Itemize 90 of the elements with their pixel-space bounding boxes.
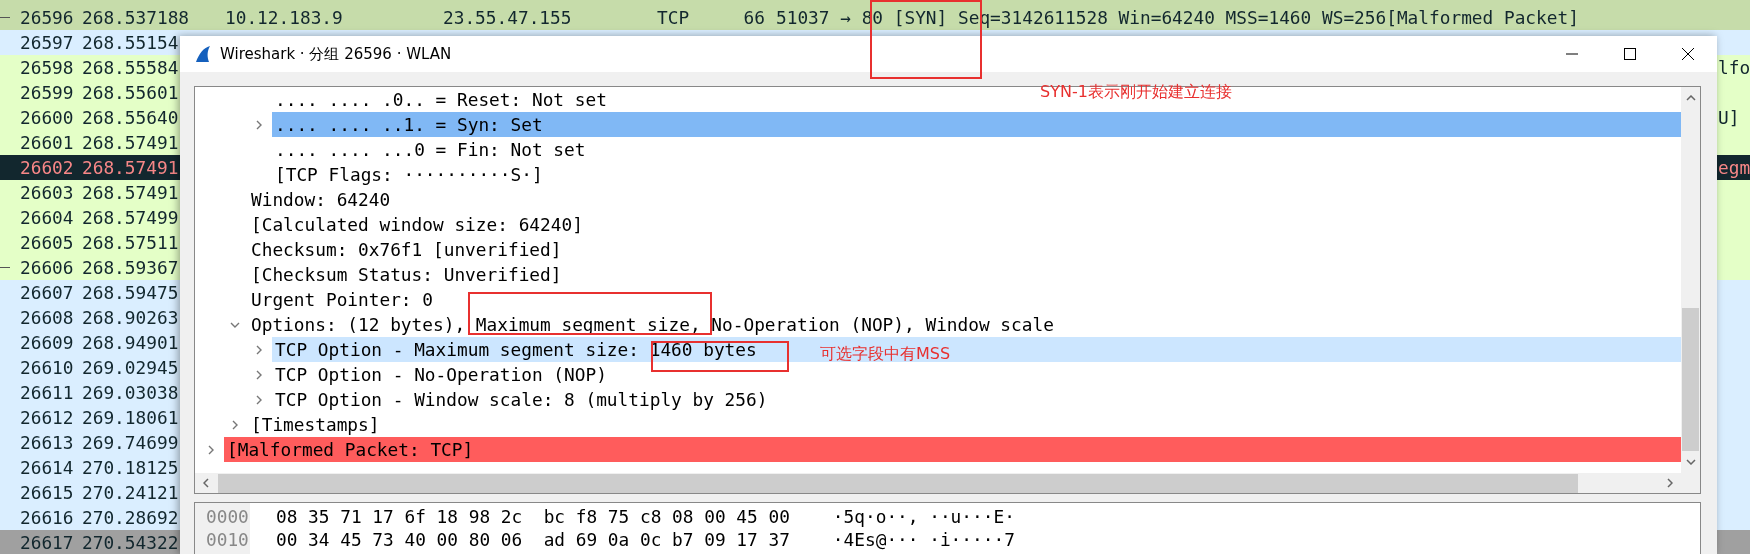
tree-item[interactable]: .... .... ...0 = Fin: Not set — [272, 137, 586, 162]
table-cell: 270.24121 — [82, 482, 180, 503]
chevron-right-icon[interactable] — [254, 344, 264, 355]
window-title: Wireshark · 分组 26596 · WLAN — [220, 44, 452, 64]
table-cell: 269.03038 — [82, 382, 180, 403]
table-cell: 268.57511 — [82, 232, 180, 253]
scroll-down-icon[interactable] — [1685, 459, 1696, 465]
table-cell: 269.02945 — [82, 357, 180, 378]
table-cell: 268.90263 — [82, 307, 180, 328]
ascii-text: ·4Es@··· ·i·····7 — [832, 529, 1015, 550]
table-cell-text: 26604 — [20, 207, 75, 228]
table-cell: 270.28692 — [82, 507, 180, 528]
annotation-note: 可选字段中有MSS — [820, 344, 951, 365]
table-cell: 268.59475 — [82, 282, 180, 303]
chevron-right-icon[interactable] — [206, 444, 216, 455]
table-cell: 268.57491 — [82, 182, 180, 203]
shark-fin-icon — [194, 45, 212, 63]
table-cell: 270.18125 — [82, 457, 180, 478]
tree-item[interactable]: [Timestamps] — [248, 412, 380, 437]
tree-item[interactable]: .... .... ..1. = Syn: Set — [272, 112, 543, 137]
maximize-icon[interactable] — [1623, 47, 1637, 61]
chevron-right-icon[interactable] — [254, 369, 264, 380]
table-cell-text: 26608 — [20, 307, 75, 328]
table-cell: 270.54322 — [82, 532, 180, 553]
table-cell-text: 66 — [742, 7, 765, 28]
table-cell-text: 26612 — [20, 407, 75, 428]
chevron-right-icon[interactable] — [230, 419, 240, 430]
tree-item[interactable]: Checksum: 0x76f1 [unverified] — [248, 237, 562, 262]
hex-bytes: 08 35 71 17 6f 18 98 2c bc f8 75 c8 08 00 45 00 — [276, 506, 790, 527]
table-cell: 268.57491 — [82, 132, 180, 153]
ascii-text: ·5q·o··, ··u···E· — [832, 506, 1015, 527]
table-cell-text: 26616 — [20, 507, 75, 528]
table-cell: 268.55584 — [82, 57, 180, 78]
scroll-up-icon[interactable] — [1685, 95, 1696, 101]
tree-item[interactable]: [Calculated window size: 64240] — [248, 212, 583, 237]
tree-item[interactable]: [TCP Flags: ··········S·] — [272, 162, 543, 187]
scroll-right-icon[interactable] — [1667, 478, 1673, 488]
table-cell-text: 268.537188 — [82, 7, 191, 28]
tree-item[interactable]: Window: 64240 — [248, 187, 391, 212]
table-cell-text: 10.12.183.9 — [225, 7, 344, 28]
chevron-right-icon[interactable] — [254, 119, 264, 130]
tree-item[interactable]: Options: (12 bytes), Maximum segment size, No-Operation (NOP), Window scale — [248, 312, 1054, 337]
table-cell-text: 26600 — [20, 107, 75, 128]
table-cell: 268.57491 — [82, 157, 180, 178]
table-cell-text: 26603 — [20, 182, 75, 203]
annotation-note: SYN-1表示刚开始建立连接 — [1040, 82, 1232, 103]
table-cell-text: 26609 — [20, 332, 75, 353]
table-cell-text: 26606 — [20, 257, 75, 278]
table-cell: 269.74699 — [82, 432, 180, 453]
tree-item[interactable]: [Checksum Status: Unverified] — [248, 262, 562, 287]
table-cell-text: TCP — [657, 7, 691, 28]
tree-item[interactable]: TCP Option - Maximum segment size: 1460 bytes — [272, 337, 757, 362]
table-cell-text: 26605 — [20, 232, 75, 253]
hex-bytes: 00 34 45 73 40 00 80 06 ad 69 0a 0c b7 09 17 37 — [276, 529, 790, 550]
table-cell-text: 26602 — [20, 157, 75, 178]
table-cell: lfo — [1718, 57, 1750, 78]
table-cell-text: 26617 — [20, 532, 75, 553]
table-cell-text: 26611 — [20, 382, 75, 403]
table-cell-text: 26610 — [20, 357, 75, 378]
table-cell-text: 26599 — [20, 82, 75, 103]
table-cell-text: 26598 — [20, 57, 75, 78]
vertical-scrollbar[interactable] — [1681, 87, 1700, 473]
table-cell: 268.94901 — [82, 332, 180, 353]
table-cell-text: 26613 — [20, 432, 75, 453]
table-cell-text: 26601 — [20, 132, 75, 153]
table-cell-text: 26596 — [20, 7, 75, 28]
table-cell-text: 26607 — [20, 282, 75, 303]
offset-label: 0000 — [205, 506, 250, 527]
horizontal-scrollbar[interactable] — [195, 473, 1681, 493]
close-icon[interactable] — [1681, 47, 1695, 61]
tree-item[interactable]: Urgent Pointer: 0 — [248, 287, 433, 312]
table-cell-text: 23.55.47.155 — [443, 7, 573, 28]
tree-item[interactable]: [Malformed Packet: TCP] — [224, 437, 474, 462]
tree-item[interactable]: .... .... .0.. = Reset: Not set — [272, 87, 607, 112]
table-cell-text: 26614 — [20, 457, 75, 478]
offset-label: 0010 — [205, 529, 250, 550]
scroll-left-icon[interactable] — [203, 478, 209, 488]
tree-item[interactable]: TCP Option - Window scale: 8 (multiply by 256) — [272, 387, 768, 412]
table-cell-text: 26597 — [20, 32, 75, 53]
table-cell: 268.55640 — [82, 107, 180, 128]
table-cell: egm — [1718, 157, 1750, 178]
chevron-right-icon[interactable] — [254, 394, 264, 405]
table-cell: 268.59367 — [82, 257, 180, 278]
table-cell: 269.18061 — [82, 407, 180, 428]
table-cell: 268.55154 — [82, 32, 180, 53]
table-cell: 268.57499 — [82, 207, 180, 228]
table-cell: 268.55601 — [82, 82, 180, 103]
table-cell-text: U] — [1718, 107, 1741, 128]
table-cell-text: 26615 — [20, 482, 75, 503]
tree-item[interactable]: TCP Option - No-Operation (NOP) — [272, 362, 607, 387]
